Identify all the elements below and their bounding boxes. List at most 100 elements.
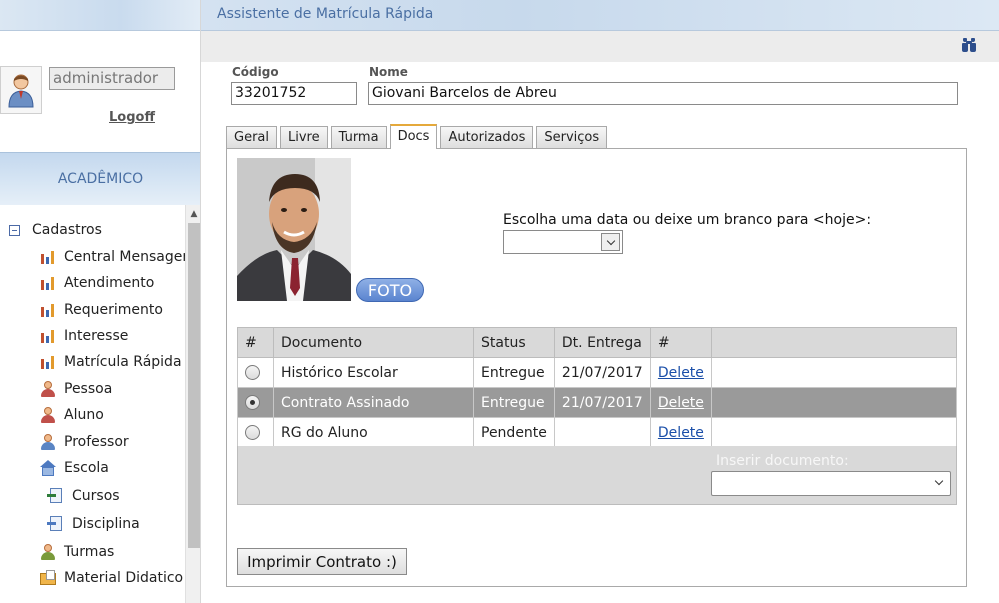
bar-chart-icon <box>39 301 57 319</box>
sidebar-item-label: Escola <box>64 460 109 476</box>
tab-docs[interactable]: Docs <box>389 124 438 149</box>
student-photo-image <box>237 158 351 301</box>
sidebar-tree: Cadastros Central Mensagens Atendimento … <box>0 218 185 603</box>
sidebar-item-turmas[interactable]: Turmas <box>39 539 114 565</box>
sidebar: administrador Logoff ACADÊMICO Cadastros… <box>0 0 201 603</box>
student-photo <box>237 158 351 301</box>
sidebar-item-label: Turmas <box>64 544 115 560</box>
sidebar-item-label: Pessoa <box>64 381 113 397</box>
sidebar-item-cursos[interactable]: Cursos <box>47 483 120 509</box>
date-prompt-label: Escolha uma data ou deixe um branco para… <box>503 212 872 228</box>
sidebar-item-label: Interesse <box>64 328 129 344</box>
avatar <box>0 66 42 114</box>
insert-document-select[interactable] <box>711 471 951 496</box>
person-icon <box>39 380 57 398</box>
tree-root-cadastros[interactable]: Cadastros <box>9 222 102 238</box>
bar-chart-icon <box>39 274 57 292</box>
chevron-down-icon <box>934 476 944 486</box>
table-row[interactable]: Contrato Assinado Entregue 21/07/2017 De… <box>237 387 958 418</box>
sidebar-scrollbar[interactable]: ▲ <box>185 205 200 603</box>
codigo-field[interactable]: 33201752 <box>231 82 357 105</box>
logoff-link[interactable]: Logoff <box>109 110 155 125</box>
cell-documento: Histórico Escolar <box>273 357 474 388</box>
course-icon <box>47 487 65 505</box>
sidebar-item-label: Material Didatico <box>64 570 184 586</box>
bar-chart-icon <box>39 327 57 345</box>
delete-link[interactable]: Delete <box>658 395 704 411</box>
tab-servicos[interactable]: Serviços <box>536 126 608 149</box>
column-header: Dt. Entrega <box>553 327 651 358</box>
column-header: # <box>649 327 712 358</box>
sidebar-item-central-mensagens[interactable]: Central Mensagens <box>39 244 185 270</box>
row-radio[interactable] <box>245 365 260 380</box>
scroll-up-icon[interactable]: ▲ <box>186 205 200 222</box>
table-header-row: # Documento Status Dt. Entrega # <box>237 327 958 358</box>
tab-livre[interactable]: Livre <box>280 126 328 149</box>
material-icon <box>39 569 57 587</box>
sidebar-section-label: ACADÊMICO <box>57 171 144 187</box>
school-icon <box>39 459 57 477</box>
column-header <box>710 327 958 358</box>
username-field[interactable]: administrador <box>49 67 175 90</box>
tab-bar: Geral Livre Turma Docs Autorizados Servi… <box>226 124 610 149</box>
column-header: Status <box>473 327 555 358</box>
tab-turma[interactable]: Turma <box>330 126 387 149</box>
nome-field[interactable]: Giovani Barcelos de Abreu <box>368 82 958 105</box>
tree-root-label: Cadastros <box>32 222 102 238</box>
sidebar-item-label: Disciplina <box>72 516 140 532</box>
bar-chart-icon <box>39 248 57 266</box>
collapse-icon[interactable] <box>9 224 20 236</box>
teacher-icon <box>39 433 57 451</box>
sidebar-item-requerimento[interactable]: Requerimento <box>39 297 163 323</box>
date-select[interactable] <box>503 230 623 254</box>
cell-dt-entrega: 21/07/2017 <box>553 357 651 388</box>
documents-table: # Documento Status Dt. Entrega # Históri… <box>237 327 958 448</box>
sidebar-item-label: Professor <box>64 434 129 450</box>
sidebar-item-material-didatico[interactable]: Material Didatico <box>39 565 183 591</box>
sidebar-item-aluno[interactable]: Aluno <box>39 402 104 428</box>
delete-link[interactable]: Delete <box>658 425 704 441</box>
insert-document-footer: Inserir documento: <box>237 446 957 505</box>
tab-geral[interactable]: Geral <box>226 126 277 149</box>
sidebar-item-label: Atendimento <box>64 275 155 291</box>
sidebar-item-label: Cursos <box>72 488 120 504</box>
sidebar-item-escola[interactable]: Escola <box>39 455 109 481</box>
sidebar-section-academico[interactable]: ACADÊMICO <box>0 152 200 205</box>
cell-dt-entrega: 21/07/2017 <box>553 387 651 418</box>
sidebar-item-disciplina[interactable]: Disciplina <box>47 511 140 537</box>
sidebar-item-label: Matrícula Rápida <box>64 354 182 370</box>
sidebar-item-label: Requerimento <box>64 302 163 318</box>
cell-documento: RG do Aluno <box>273 417 474 448</box>
sidebar-item-atendimento[interactable]: Atendimento <box>39 270 154 296</box>
bar-chart-icon <box>39 353 57 371</box>
print-contract-button[interactable]: Imprimir Contrato :) <box>237 548 407 575</box>
table-row[interactable]: RG do Aluno Pendente Delete <box>237 417 958 448</box>
foto-button[interactable]: FOTO <box>356 278 424 302</box>
scrollbar-thumb[interactable] <box>188 223 200 548</box>
chevron-down-icon[interactable] <box>601 233 620 251</box>
delete-link[interactable]: Delete <box>658 365 704 381</box>
window-titlebar: Assistente de Matrícula Rápida <box>201 0 999 31</box>
sidebar-item-professor[interactable]: Professor <box>39 429 129 455</box>
sidebar-header-band <box>0 0 200 31</box>
tab-autorizados[interactable]: Autorizados <box>440 126 534 149</box>
sidebar-item-matricula-rapida[interactable]: Matrícula Rápida <box>39 349 182 375</box>
nome-label: Nome <box>369 65 408 79</box>
cell-status: Entregue <box>473 387 555 418</box>
row-radio[interactable] <box>245 425 260 440</box>
cell-dt-entrega <box>553 417 651 448</box>
cell-status: Pendente <box>473 417 555 448</box>
binoculars-search-icon[interactable] <box>962 38 976 52</box>
discipline-icon <box>47 515 65 533</box>
page-title: Assistente de Matrícula Rápida <box>217 6 434 22</box>
docs-panel: FOTO Escolha uma data ou deixe um branco… <box>226 148 967 587</box>
row-radio[interactable] <box>245 395 260 410</box>
table-row[interactable]: Histórico Escolar Entregue 21/07/2017 De… <box>237 357 958 388</box>
sidebar-item-pessoa[interactable]: Pessoa <box>39 376 112 402</box>
codigo-label: Código <box>232 65 279 79</box>
person-icon <box>39 406 57 424</box>
column-header: Documento <box>273 327 474 358</box>
sidebar-item-label: Aluno <box>64 407 104 423</box>
column-header: # <box>237 327 274 358</box>
sidebar-item-interesse[interactable]: Interesse <box>39 323 128 349</box>
